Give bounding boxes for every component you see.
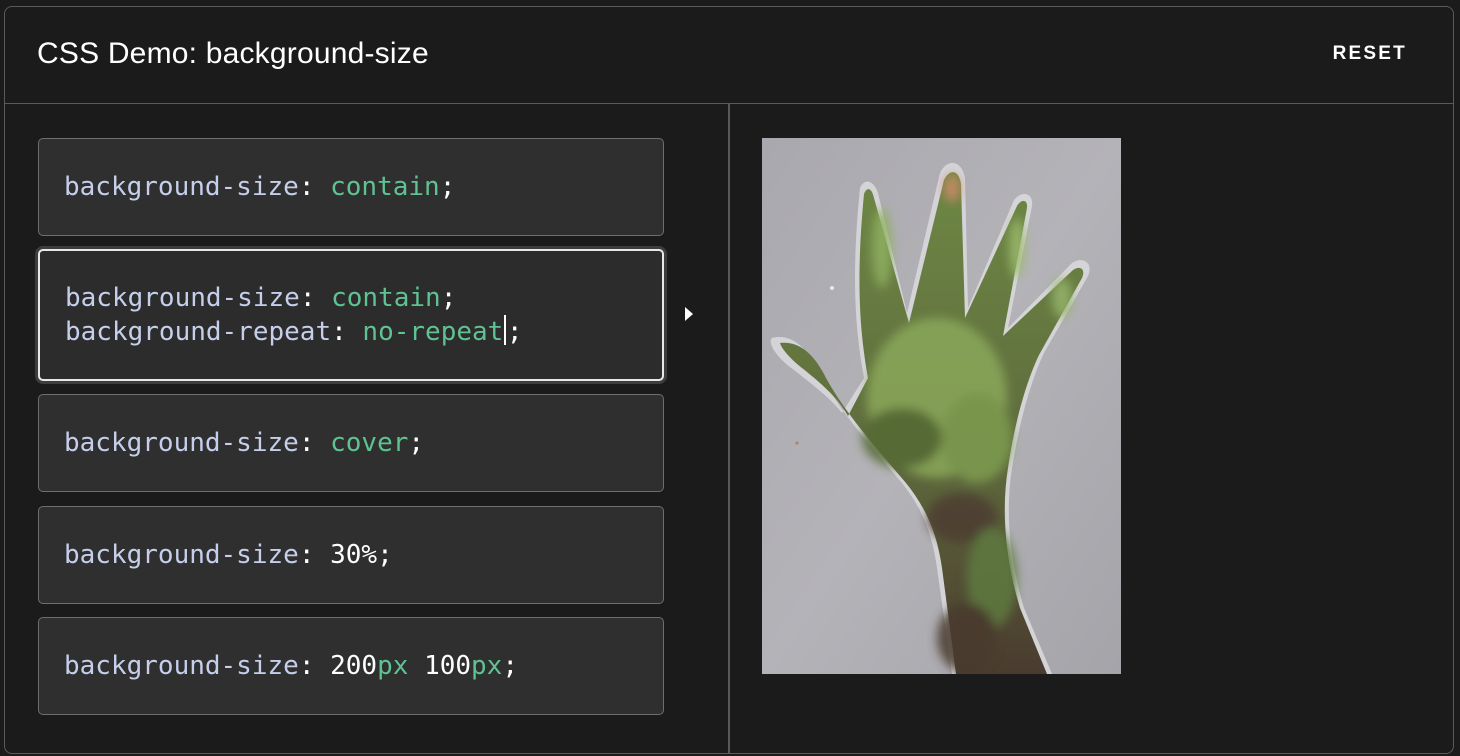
css-colon: : [298, 427, 331, 458]
css-colon: : [298, 171, 331, 202]
css-value: cover [330, 427, 409, 458]
css-semicolon: ; [506, 316, 523, 347]
css-property: background-size [64, 427, 299, 458]
code-line: background-size: contain; [65, 282, 662, 315]
css-semicolon: ; [439, 171, 456, 202]
code-line: background-size: cover; [64, 427, 663, 460]
hand-cutout-image [762, 138, 1121, 674]
output-preview [762, 138, 1121, 674]
css-semicolon: ; [502, 650, 518, 681]
example-choice-200px-100px[interactable]: background-size: 200px 100px; [38, 617, 664, 715]
css-property: background-size [64, 539, 299, 570]
css-value: no-repeat [362, 316, 504, 347]
panel-divider [728, 104, 730, 753]
css-space [408, 651, 424, 681]
css-unit: px [377, 650, 409, 681]
css-unit: px [471, 650, 503, 681]
css-semicolon: ; [440, 282, 457, 313]
css-colon: : [298, 650, 331, 681]
css-colon: : [299, 282, 332, 313]
code-line: background-size: 30%; [64, 539, 663, 572]
reset-button[interactable]: RESET [1333, 43, 1407, 65]
css-property: background-size [64, 171, 299, 202]
css-property: background-size [65, 282, 300, 313]
text-caret [504, 314, 506, 345]
demo-frame: CSS Demo: background-size RESET backgrou… [4, 6, 1454, 754]
css-semicolon: ; [377, 539, 393, 570]
example-choice-cover[interactable]: background-size: cover; [38, 394, 664, 492]
selected-arrow-icon [685, 307, 693, 321]
css-semicolon: ; [408, 427, 425, 458]
example-choice-contain[interactable]: background-size: contain; [38, 138, 664, 236]
css-number: 30% [330, 539, 378, 570]
code-line: background-size: contain; [64, 171, 663, 204]
code-line: background-repeat: no-repeat; [65, 314, 662, 349]
css-number: 100 [424, 650, 472, 681]
css-number: 200 [330, 650, 378, 681]
css-property: background-size [64, 650, 299, 681]
css-colon: : [331, 316, 363, 347]
css-property: background-repeat [65, 316, 332, 347]
demo-header: CSS Demo: background-size RESET [5, 7, 1453, 104]
code-line: background-size: 200px 100px; [64, 650, 663, 683]
css-value: contain [331, 282, 441, 313]
css-colon: : [298, 539, 331, 570]
example-choice-30-percent[interactable]: background-size: 30%; [38, 506, 664, 604]
css-value: contain [330, 171, 440, 202]
page-title: CSS Demo: background-size [37, 37, 429, 70]
example-choice-contain-no-repeat[interactable]: background-size: contain; background-rep… [38, 249, 664, 381]
